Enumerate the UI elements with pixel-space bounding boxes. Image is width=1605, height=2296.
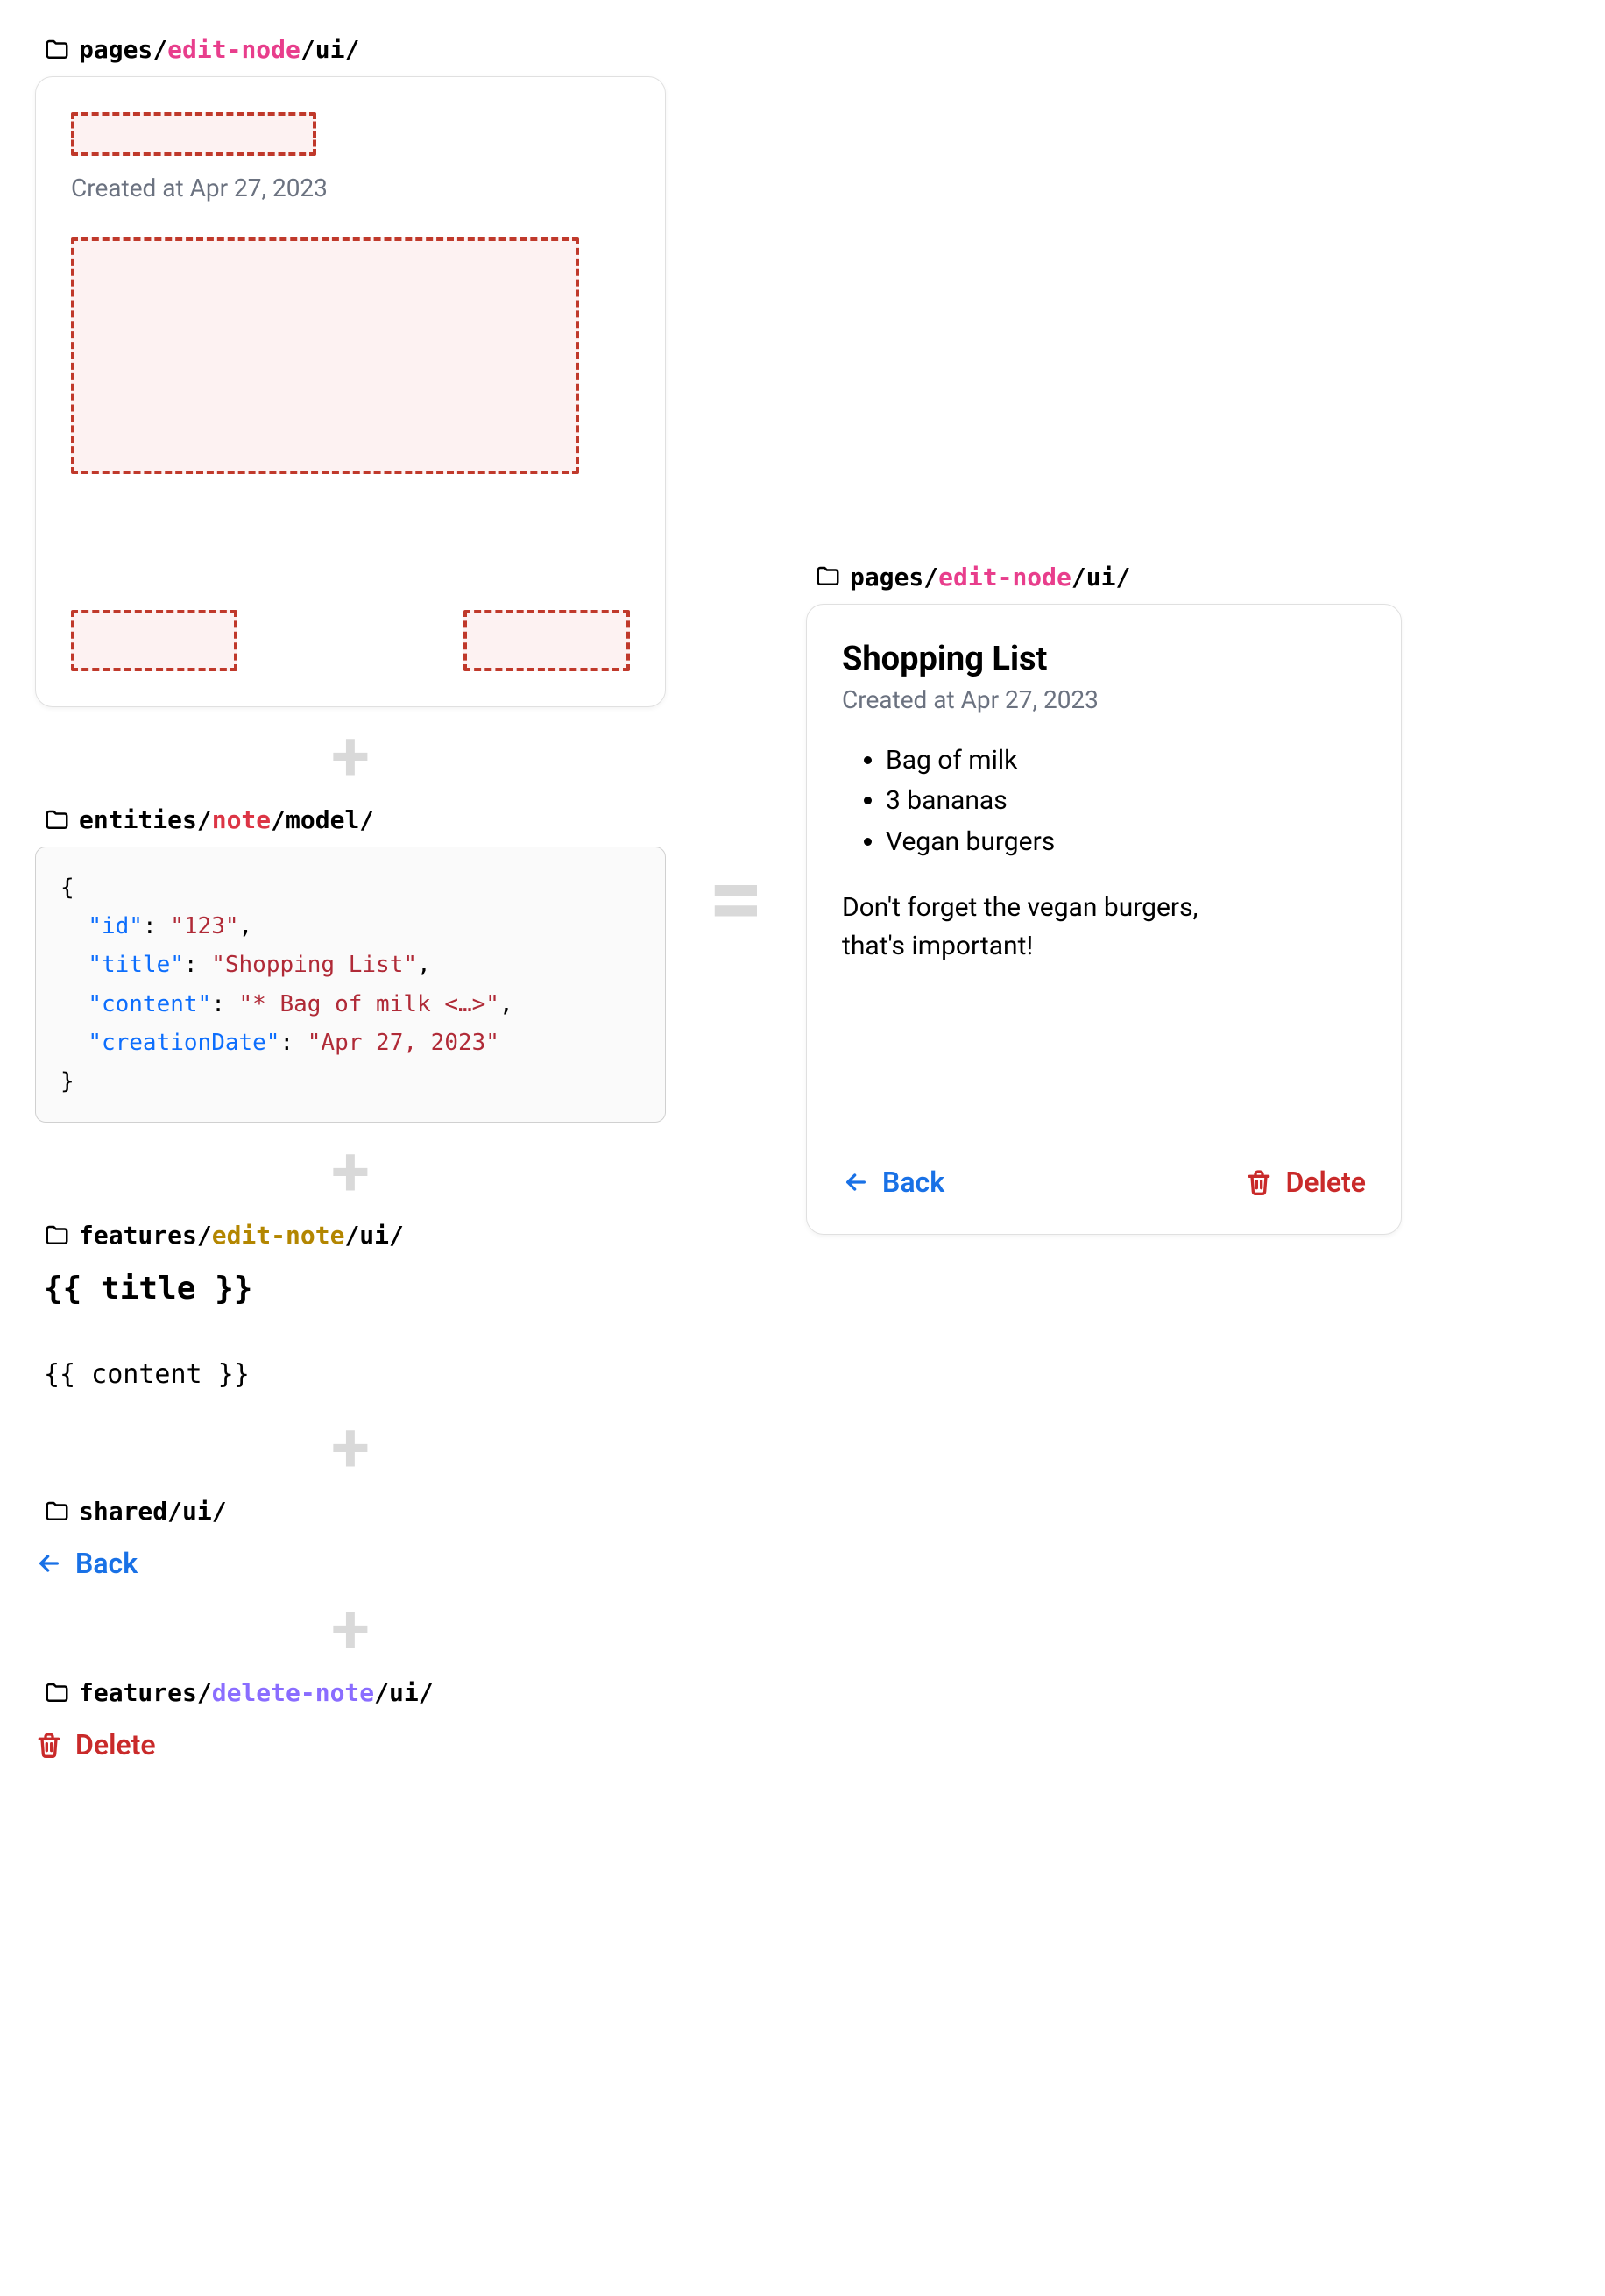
path-shared-ui: shared/ui/ bbox=[44, 1497, 666, 1526]
plus-icon: + bbox=[35, 1594, 666, 1664]
back-button[interactable]: Back bbox=[842, 1166, 944, 1199]
wireframe-delete-slot bbox=[463, 610, 630, 671]
list-item: 3 bananas bbox=[886, 781, 1366, 822]
path-entities-note: entities/note/model/ bbox=[44, 805, 666, 834]
path-result-pages: pages/edit-node/ui/ bbox=[815, 563, 1402, 592]
path-features-delete-note: features/delete-note/ui/ bbox=[44, 1678, 666, 1707]
trash-icon bbox=[1245, 1168, 1273, 1196]
back-button[interactable]: Back bbox=[35, 1547, 138, 1580]
path-features-edit-note: features/edit-note/ui/ bbox=[44, 1221, 666, 1250]
plus-icon: + bbox=[35, 1137, 666, 1207]
folder-icon bbox=[815, 563, 841, 590]
wireframe-date: Created at Apr 27, 2023 bbox=[71, 174, 630, 202]
wireframe-content-slot bbox=[71, 237, 579, 474]
template-block: {{ title }} {{ content }} bbox=[35, 1262, 666, 1399]
right-column: pages/edit-node/ui/ Shopping List Create… bbox=[806, 563, 1402, 1235]
result-note: Don't forget the vegan burgers, that's i… bbox=[842, 889, 1366, 965]
template-title: {{ title }} bbox=[44, 1271, 657, 1307]
arrow-left-icon bbox=[842, 1168, 870, 1196]
template-content: {{ content }} bbox=[44, 1359, 657, 1390]
folder-icon bbox=[44, 1680, 70, 1706]
folder-icon bbox=[44, 807, 70, 833]
delete-button[interactable]: Delete bbox=[35, 1728, 156, 1761]
delete-button[interactable]: Delete bbox=[1245, 1166, 1366, 1199]
plus-icon: + bbox=[35, 1413, 666, 1483]
result-date: Created at Apr 27, 2023 bbox=[842, 685, 1366, 714]
json-code-block: { "id": "123", "title": "Shopping List",… bbox=[35, 847, 666, 1123]
result-list: Bag of milk 3 bananas Vegan burgers bbox=[842, 741, 1366, 863]
list-item: Vegan burgers bbox=[886, 822, 1366, 863]
wireframe-title-slot bbox=[71, 112, 316, 156]
path-pages-edit-node: pages/edit-node/ui/ bbox=[44, 35, 666, 64]
result-title: Shopping List bbox=[842, 640, 1366, 678]
wireframe-back-slot bbox=[71, 610, 237, 671]
folder-icon bbox=[44, 37, 70, 63]
result-card: Shopping List Created at Apr 27, 2023 Ba… bbox=[806, 604, 1402, 1235]
arrow-left-icon bbox=[35, 1549, 63, 1577]
left-column: pages/edit-node/ui/ Created at Apr 27, 2… bbox=[35, 35, 666, 1761]
folder-icon bbox=[44, 1222, 70, 1249]
wireframe-card: Created at Apr 27, 2023 bbox=[35, 76, 666, 707]
list-item: Bag of milk bbox=[886, 741, 1366, 782]
plus-icon: + bbox=[35, 721, 666, 791]
equals-icon: = bbox=[701, 875, 771, 923]
architecture-diagram: pages/edit-node/ui/ Created at Apr 27, 2… bbox=[35, 35, 1570, 1761]
trash-icon bbox=[35, 1731, 63, 1759]
folder-icon bbox=[44, 1499, 70, 1525]
